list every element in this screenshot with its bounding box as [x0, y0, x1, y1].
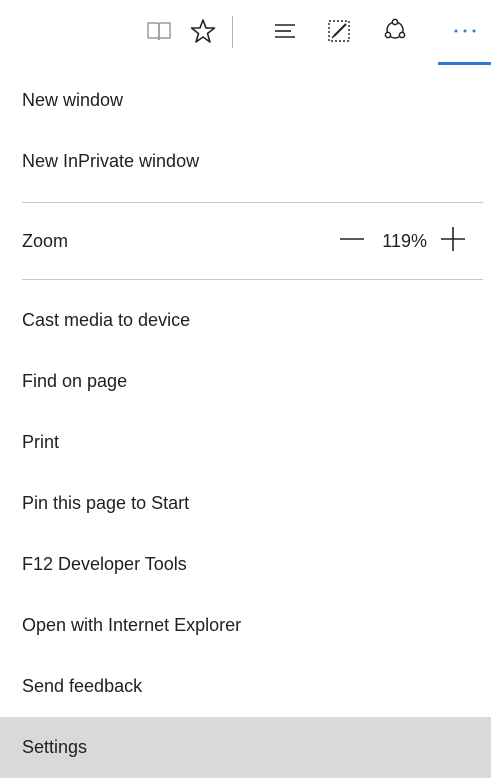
zoom-level-value: 119%: [382, 230, 427, 251]
share-button[interactable]: [378, 14, 412, 48]
menu-item-label: F12 Developer Tools: [22, 554, 187, 574]
browser-toolbar: [0, 0, 491, 70]
zoom-controls: 119%: [336, 213, 469, 269]
zoom-out-button[interactable]: [336, 225, 368, 257]
star-icon: [190, 18, 216, 44]
favorites-button[interactable]: [186, 14, 220, 48]
pen-note-icon: [326, 18, 352, 44]
menu-item-find-on-page[interactable]: Find on page: [0, 351, 491, 412]
zoom-label: Zoom: [22, 230, 69, 251]
book-icon: [146, 20, 172, 42]
more-actions-menu: New window New InPrivate window Zoom 119…: [0, 70, 491, 778]
minus-icon: [339, 226, 365, 257]
hub-button[interactable]: [268, 14, 302, 48]
menu-item-settings[interactable]: Settings: [0, 717, 491, 778]
share-icon: [382, 18, 408, 44]
plus-icon: [440, 226, 466, 257]
menu-item-label: Send feedback: [22, 676, 143, 696]
menu-item-label: Cast media to device: [22, 310, 191, 330]
menu-item-label: New InPrivate window: [22, 151, 200, 171]
menu-item-label: Settings: [22, 737, 88, 757]
zoom-in-button[interactable]: [437, 225, 469, 257]
menu-item-cast-media[interactable]: Cast media to device: [0, 290, 491, 351]
ellipsis-icon: [452, 26, 478, 36]
menu-item-send-feedback[interactable]: Send feedback: [0, 656, 491, 717]
menu-item-label: Print: [22, 432, 60, 452]
web-note-button[interactable]: [322, 14, 356, 48]
more-button[interactable]: [448, 14, 482, 48]
menu-item-label: Find on page: [22, 371, 128, 391]
menu-item-developer-tools[interactable]: F12 Developer Tools: [0, 534, 491, 595]
menu-item-open-with-ie[interactable]: Open with Internet Explorer: [0, 595, 491, 656]
menu-item-pin-to-start[interactable]: Pin this page to Start: [0, 473, 491, 534]
menu-divider: [22, 279, 483, 280]
menu-item-new-window[interactable]: New window: [0, 70, 491, 131]
menu-item-label: New window: [22, 90, 124, 110]
menu-item-print[interactable]: Print: [0, 412, 491, 473]
hub-lines-icon: [272, 21, 298, 41]
toolbar-separator: [232, 16, 233, 48]
menu-divider: [22, 202, 483, 203]
menu-item-label: Pin this page to Start: [22, 493, 190, 513]
menu-item-label: Open with Internet Explorer: [22, 615, 242, 635]
reading-view-button[interactable]: [142, 14, 176, 48]
more-button-active-indicator: [438, 62, 491, 65]
menu-item-new-inprivate-window[interactable]: New InPrivate window: [0, 131, 491, 192]
zoom-row: Zoom 119%: [0, 213, 491, 269]
